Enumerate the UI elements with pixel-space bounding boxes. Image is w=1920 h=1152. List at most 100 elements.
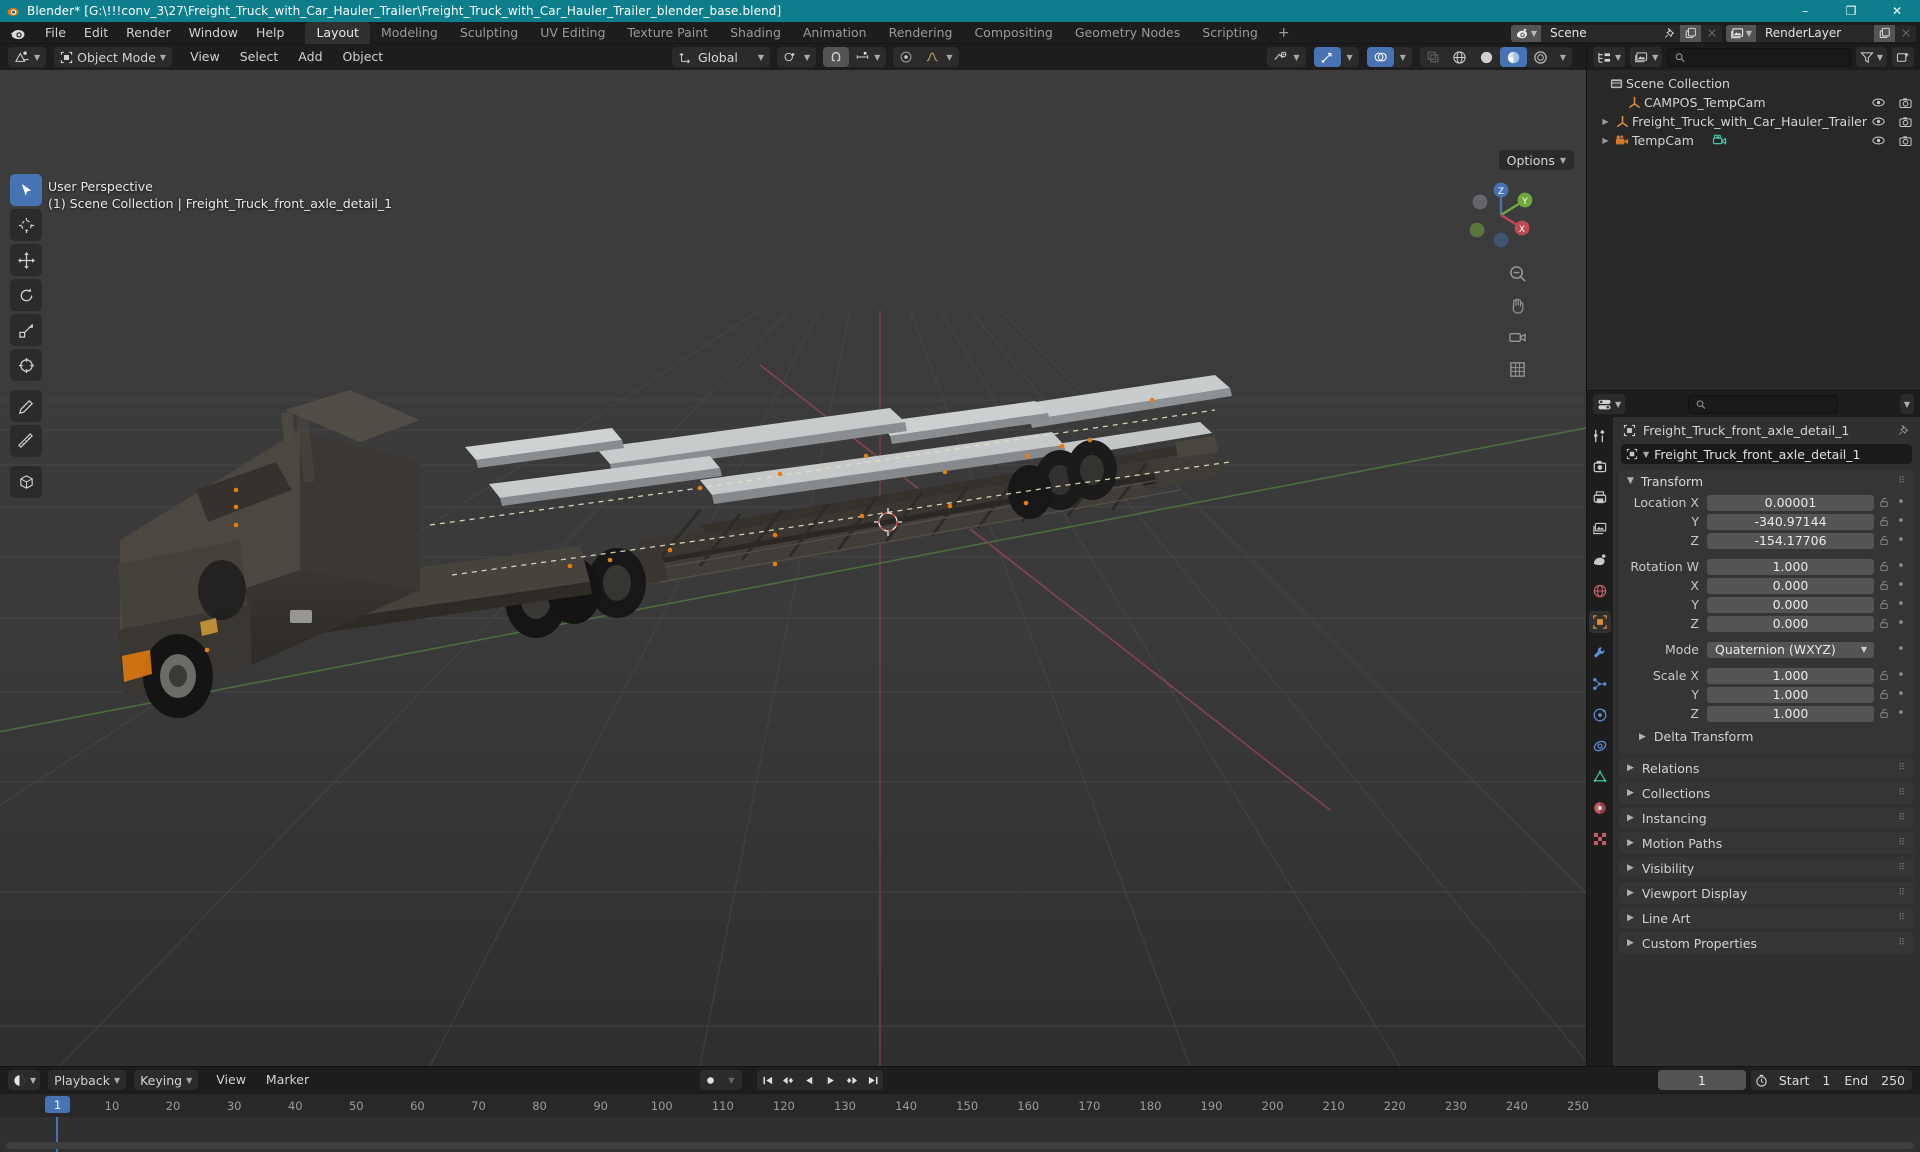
xray-toggle-icon[interactable]	[1420, 47, 1446, 67]
menu-render[interactable]: Render	[117, 22, 180, 44]
lock-icon[interactable]	[1874, 561, 1894, 572]
playhead[interactable]: 1	[45, 1096, 70, 1113]
properties-editor-type-icon[interactable]: ▼	[1593, 394, 1626, 414]
lock-icon[interactable]	[1874, 689, 1894, 700]
shading-wireframe-icon[interactable]	[1446, 47, 1473, 67]
transform-panel-header[interactable]: ▼ Transform ⠿	[1619, 470, 1914, 492]
output-tab[interactable]	[1589, 487, 1611, 509]
animate-dot-icon[interactable]: •	[1894, 668, 1908, 683]
record-icon[interactable]	[700, 1070, 721, 1090]
tweak-tool[interactable]	[10, 174, 42, 206]
timeline-body[interactable]	[0, 1117, 1920, 1152]
animate-dot-icon[interactable]: •	[1894, 533, 1908, 548]
tab-uv-editing[interactable]: UV Editing	[529, 22, 616, 44]
start-frame-field[interactable]: Start 1	[1772, 1070, 1838, 1090]
zoom-icon[interactable]	[1506, 262, 1528, 284]
camera-render-icon[interactable]	[1899, 135, 1912, 147]
viewport-menu-object[interactable]: Object	[333, 44, 394, 70]
interaction-mode-selector[interactable]: Object Mode ▼	[54, 47, 173, 67]
add-workspace-button[interactable]: +	[1269, 22, 1299, 44]
properties-search-input[interactable]	[1711, 397, 1830, 411]
outliner-editor-type-icon[interactable]: ▼	[1593, 47, 1626, 67]
animate-dot-icon[interactable]: •	[1894, 578, 1908, 593]
animate-dot-icon[interactable]: •	[1894, 495, 1908, 510]
keying-menu-button[interactable]: Keying ▼	[134, 1070, 198, 1090]
3d-viewport[interactable]: User Perspective (1) Scene Collection | …	[0, 70, 1586, 1066]
chevron-right-icon[interactable]: ▶	[1627, 888, 1634, 898]
animate-dot-icon[interactable]: •	[1894, 642, 1908, 657]
visibility-icon[interactable]: ▼	[1267, 47, 1305, 67]
animate-dot-icon[interactable]: •	[1894, 597, 1908, 612]
add-cube-tool[interactable]	[10, 466, 42, 498]
play-icon[interactable]	[820, 1070, 841, 1090]
outliner-row-tempcam[interactable]: ▶ TempCam	[1587, 131, 1920, 150]
scene-name[interactable]: Scene	[1541, 24, 1659, 42]
lock-icon[interactable]	[1874, 618, 1894, 629]
outliner-search-box[interactable]	[1667, 47, 1851, 67]
magnet-icon[interactable]	[823, 47, 850, 67]
location-z-field[interactable]: -154.17706	[1707, 532, 1874, 549]
viewport-options-button[interactable]: Options ▼	[1498, 150, 1574, 170]
pin-icon[interactable]	[1659, 25, 1680, 42]
tab-shading[interactable]: Shading	[719, 22, 792, 44]
camera-data-icon[interactable]	[1712, 134, 1727, 147]
lock-icon[interactable]	[1874, 580, 1894, 591]
lock-icon[interactable]	[1874, 708, 1894, 719]
custom-properties-panel[interactable]: ▶ Custom Properties ⠿	[1619, 932, 1914, 954]
navigation-gizmo[interactable]: Z Y X	[1464, 178, 1538, 252]
tab-geometry-nodes[interactable]: Geometry Nodes	[1064, 22, 1191, 44]
cursor-tool[interactable]	[10, 209, 42, 241]
eye-icon[interactable]	[1872, 135, 1885, 146]
properties-search-box[interactable]	[1687, 394, 1838, 414]
rotation-x-field[interactable]: 0.000	[1707, 577, 1874, 594]
delta-transform-subpanel[interactable]: ▶ Delta Transform	[1639, 726, 1908, 747]
annotate-tool[interactable]	[10, 390, 42, 422]
scene-selector[interactable]: ▼ Scene	[1511, 24, 1722, 42]
pin-icon[interactable]	[1898, 424, 1910, 436]
scene-icon[interactable]: ▼	[1511, 24, 1541, 42]
eye-icon[interactable]	[1872, 97, 1885, 108]
rotation-w-field[interactable]: 1.000	[1707, 558, 1874, 575]
line-art-panel[interactable]: ▶ Line Art ⠿	[1619, 907, 1914, 929]
chevron-right-icon[interactable]: ▶	[1599, 136, 1612, 145]
lock-icon[interactable]	[1874, 497, 1894, 508]
chevron-right-icon[interactable]: ▶	[1627, 938, 1634, 948]
chevron-down-icon[interactable]: ▼	[1627, 476, 1634, 486]
camera-view-icon[interactable]	[1506, 326, 1528, 348]
show-overlays-icon[interactable]	[1366, 47, 1394, 67]
animate-dot-icon[interactable]: •	[1894, 706, 1908, 721]
current-frame-field[interactable]: 1	[1657, 1070, 1746, 1090]
scale-tool[interactable]	[10, 314, 42, 346]
animate-dot-icon[interactable]: •	[1894, 514, 1908, 529]
viewport-menu-view[interactable]: View	[180, 44, 230, 70]
overlay-options-caret[interactable]: ▼	[1394, 47, 1412, 67]
lock-icon[interactable]	[1874, 516, 1894, 527]
chevron-right-icon[interactable]: ▶	[1627, 813, 1634, 823]
properties-options-caret[interactable]: ▼	[1899, 394, 1914, 414]
outliner-row-scene-collection[interactable]: Scene Collection	[1587, 74, 1920, 93]
end-frame-field[interactable]: End 250	[1837, 1070, 1912, 1090]
chevron-right-icon[interactable]: ▶	[1627, 788, 1634, 798]
data-tab[interactable]	[1589, 766, 1611, 788]
texture-tab[interactable]	[1589, 828, 1611, 850]
object-name-field[interactable]: ▼ Freight_Truck_front_axle_detail_1	[1621, 444, 1912, 464]
physics-tab[interactable]	[1589, 704, 1611, 726]
jump-end-icon[interactable]	[862, 1070, 883, 1090]
tab-rendering[interactable]: Rendering	[878, 22, 964, 44]
chevron-right-icon[interactable]: ▶	[1627, 863, 1634, 873]
new-scene-icon[interactable]	[1680, 24, 1701, 42]
scale-x-field[interactable]: 1.000	[1707, 667, 1874, 684]
maximize-button[interactable]: ❐	[1828, 0, 1874, 22]
camera-render-icon[interactable]	[1899, 116, 1912, 128]
timeline-menu-marker[interactable]: Marker	[256, 1067, 319, 1093]
eye-icon[interactable]	[1872, 116, 1885, 127]
menu-window[interactable]: Window	[180, 22, 247, 44]
camera-render-icon[interactable]	[1899, 97, 1912, 109]
outliner-search-input[interactable]	[1691, 50, 1843, 64]
menu-edit[interactable]: Edit	[75, 22, 117, 44]
viewport-menu-select[interactable]: Select	[230, 44, 289, 70]
viewport-menu-add[interactable]: Add	[288, 44, 332, 70]
show-gizmo-icon[interactable]	[1313, 47, 1341, 67]
collections-panel[interactable]: ▶ Collections ⠿	[1619, 782, 1914, 804]
view-layer-icon[interactable]: ▼	[1726, 24, 1756, 42]
